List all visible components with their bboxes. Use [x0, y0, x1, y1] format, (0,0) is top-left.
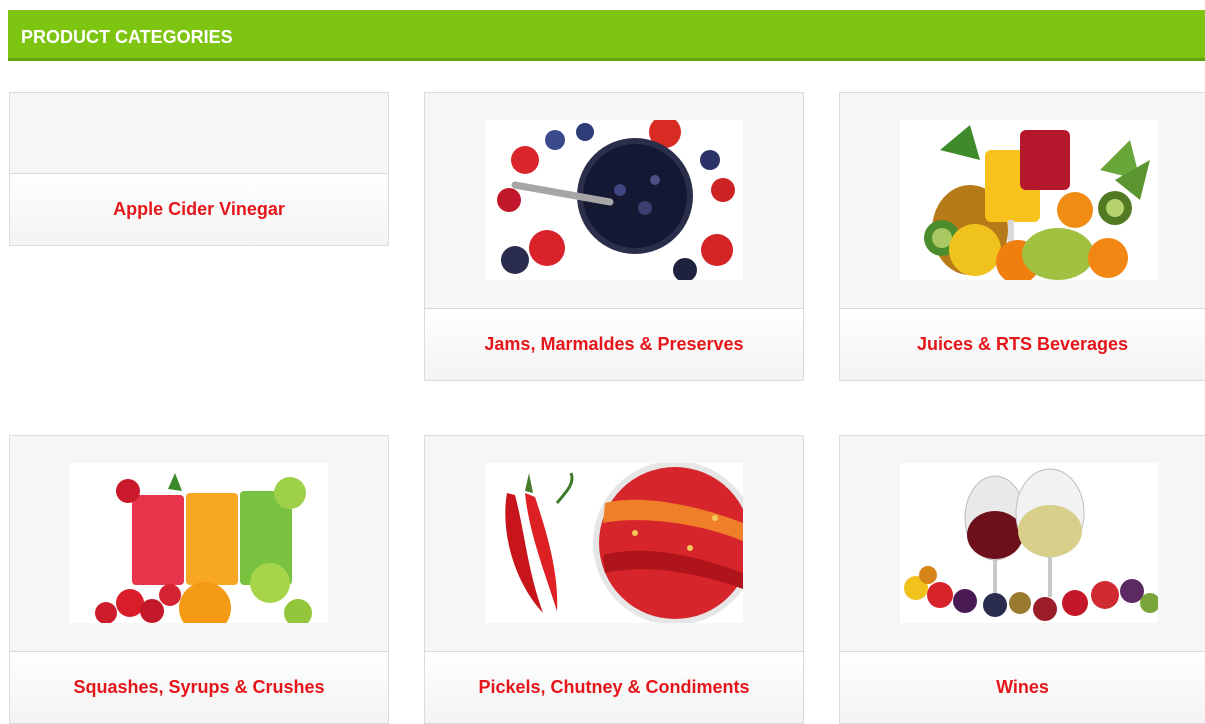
squash-drinks-image[interactable] [70, 463, 328, 623]
category-link[interactable]: Wines [996, 677, 1049, 698]
category-image-frame[interactable] [425, 93, 803, 309]
category-card-jams[interactable]: Jams, Marmaldes & Preserves [424, 92, 804, 381]
category-label-box[interactable]: Squashes, Syrups & Crushes [10, 652, 388, 723]
jam-berries-image[interactable] [485, 120, 743, 280]
category-link[interactable]: Pickels, Chutney & Condiments [478, 677, 749, 698]
category-card-wines[interactable]: Wines [839, 435, 1205, 724]
category-label-box[interactable]: Juices & RTS Beverages [840, 309, 1205, 380]
category-image-frame[interactable] [840, 436, 1205, 652]
category-card-juices[interactable]: Juices & RTS Beverages [839, 92, 1205, 381]
section-header: PRODUCT CATEGORIES [8, 10, 1205, 61]
category-image-frame[interactable] [840, 93, 1205, 309]
category-image-frame[interactable] [10, 436, 388, 652]
category-label-box[interactable]: Pickels, Chutney & Condiments [425, 652, 803, 723]
wine-glasses-image[interactable] [900, 463, 1158, 623]
category-label-box[interactable]: Jams, Marmaldes & Preserves [425, 309, 803, 380]
category-card-apple-cider-vinegar[interactable]: Apple Cider Vinegar [9, 92, 389, 246]
category-label-box[interactable]: Apple Cider Vinegar [10, 174, 388, 245]
section-title: PRODUCT CATEGORIES [21, 27, 233, 47]
category-label-box[interactable]: Wines [840, 652, 1205, 723]
category-card-pickles[interactable]: Pickels, Chutney & Condiments [424, 435, 804, 724]
category-link[interactable]: Jams, Marmaldes & Preserves [484, 334, 743, 355]
category-card-squashes[interactable]: Squashes, Syrups & Crushes [9, 435, 389, 724]
red-chili-image[interactable] [485, 463, 743, 623]
category-link[interactable]: Apple Cider Vinegar [113, 199, 285, 220]
apple-cider-vinegar-image[interactable] [10, 93, 388, 174]
category-image-frame[interactable] [425, 436, 803, 652]
category-link[interactable]: Squashes, Syrups & Crushes [73, 677, 324, 698]
category-link[interactable]: Juices & RTS Beverages [917, 334, 1128, 355]
fruit-juices-image[interactable] [900, 120, 1158, 280]
